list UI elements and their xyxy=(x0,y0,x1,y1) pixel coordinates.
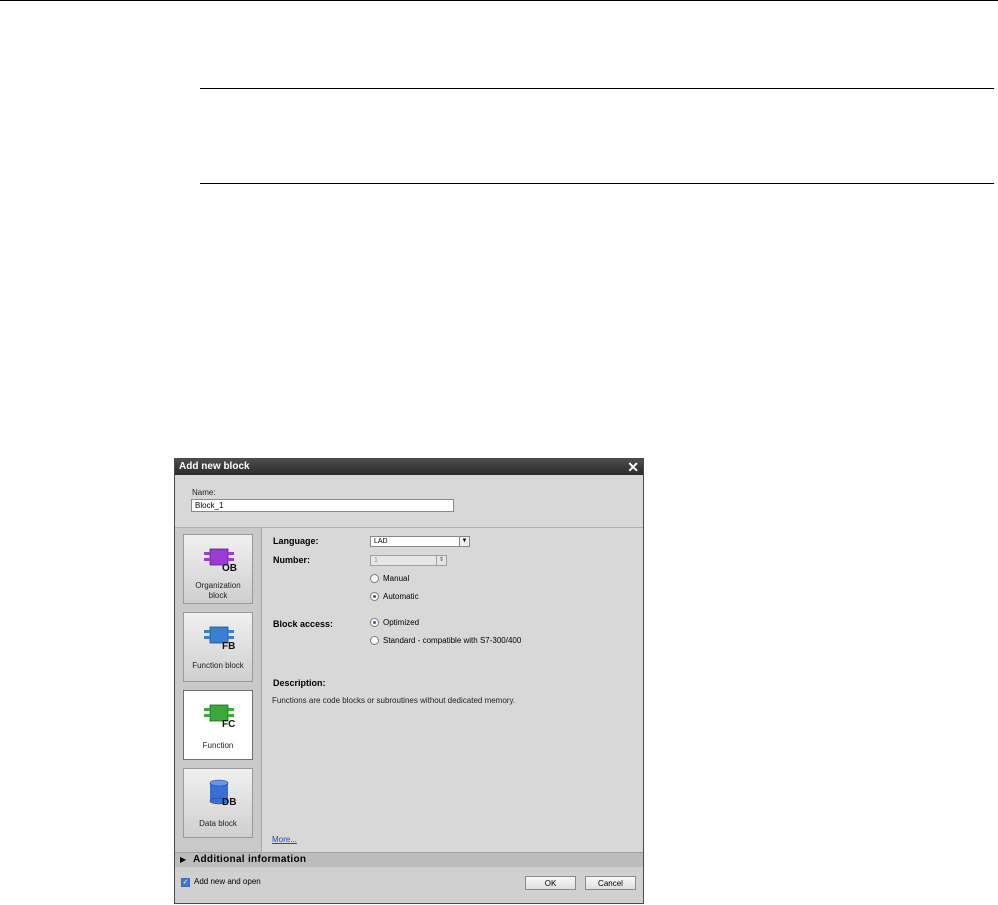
language-label: Language: xyxy=(273,536,319,546)
svg-text:OB: OB xyxy=(222,563,237,574)
note-top-rule xyxy=(200,88,994,89)
close-icon[interactable]: ✕ xyxy=(627,459,639,475)
svg-text:DB: DB xyxy=(222,797,236,808)
add-new-and-open-checkbox[interactable]: ✓ xyxy=(181,878,190,887)
language-value: LAD xyxy=(374,538,388,545)
svg-text:FC: FC xyxy=(222,719,235,730)
optimized-radio-row[interactable]: Optimized xyxy=(370,616,419,630)
name-input[interactable] xyxy=(191,499,454,512)
add-new-and-open-label: Add new and open xyxy=(194,877,261,886)
dialog-titlebar: Add new block ✕ xyxy=(175,459,643,475)
organization-block-button[interactable]: OB Organization block xyxy=(183,534,253,604)
manual-label: Manual xyxy=(383,574,410,583)
function-button[interactable]: FC Function xyxy=(183,690,253,760)
language-select[interactable]: LAD ▼ xyxy=(370,536,470,547)
organization-block-label-line2: block xyxy=(208,591,228,600)
manual-radio[interactable] xyxy=(370,574,379,584)
data-block-label: Data block xyxy=(199,819,237,828)
standard-radio[interactable] xyxy=(370,636,379,646)
function-label: Function xyxy=(202,741,234,750)
function-block-label: Function block xyxy=(192,661,244,670)
function-block-icon: FB xyxy=(204,626,235,652)
manual-radio-row[interactable]: Manual xyxy=(370,572,409,586)
block-access-label: Block access: xyxy=(273,619,334,629)
expand-triangle-icon: ▶ xyxy=(180,855,187,864)
name-area: Name: xyxy=(175,475,643,528)
automatic-radio[interactable] xyxy=(370,592,379,602)
note-bottom-rule xyxy=(200,183,994,184)
description-text: Functions are code blocks or subroutines… xyxy=(272,696,516,705)
number-value: 1 xyxy=(374,557,378,564)
spinner-icon: ⇕ xyxy=(436,556,446,565)
page-top-rule xyxy=(0,0,998,1)
automatic-label: Automatic xyxy=(383,592,419,601)
svg-text:FB: FB xyxy=(222,641,235,652)
add-new-block-dialog: Add new block ✕ Name: OB Organization bl… xyxy=(174,458,644,904)
number-label: Number: xyxy=(273,555,311,565)
ok-button[interactable]: OK xyxy=(525,876,576,890)
function-icon: FC xyxy=(204,704,235,730)
number-stepper[interactable]: 1 ⇕ xyxy=(370,555,447,566)
description-label: Description: xyxy=(273,678,326,688)
chevron-down-icon: ▼ xyxy=(459,537,469,546)
dialog-footer: ✓ Add new and open OK Cancel xyxy=(175,867,643,903)
data-block-icon: DB xyxy=(209,779,236,808)
standard-label: Standard - compatible with S7-300/400 xyxy=(383,636,522,645)
more-link[interactable]: More... xyxy=(272,835,297,844)
function-block-button[interactable]: FB Function block xyxy=(183,612,253,682)
organization-block-icon: OB xyxy=(204,548,237,574)
cancel-button[interactable]: Cancel xyxy=(585,876,636,890)
data-block-button[interactable]: DB Data block xyxy=(183,768,253,838)
name-label: Name: xyxy=(192,488,216,497)
organization-block-label: Organization xyxy=(195,581,241,590)
optimized-radio[interactable] xyxy=(370,618,379,628)
standard-radio-row[interactable]: Standard - compatible with S7-300/400 xyxy=(370,634,521,648)
additional-information-toggle[interactable]: ▶ Additional information xyxy=(175,852,643,867)
block-settings-panel: Language: LAD ▼ Number: 1 ⇕ Manual Autom… xyxy=(262,528,643,852)
automatic-radio-row[interactable]: Automatic xyxy=(370,590,419,604)
block-type-column: OB Organization block FB Function block xyxy=(175,528,262,852)
optimized-label: Optimized xyxy=(383,618,420,627)
additional-information-label: Additional information xyxy=(193,854,307,865)
dialog-title: Add new block xyxy=(179,461,250,472)
